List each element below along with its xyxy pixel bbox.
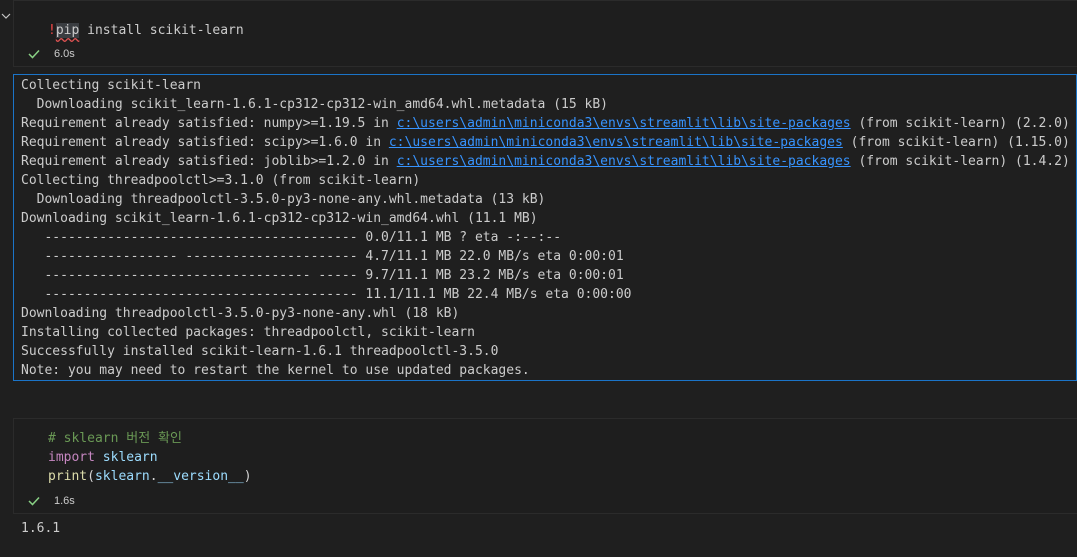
paren-open: ( [87, 469, 95, 484]
output-text: Collecting scikit-learn [21, 78, 202, 93]
cell-2-status: 1.6s [28, 495, 75, 507]
output-text: ----------------- ----------------------… [21, 249, 624, 264]
output-text: Downloading threadpoolctl-3.5.0-py3-none… [21, 306, 460, 321]
output-text: Downloading threadpoolctl-3.5.0-py3-none… [21, 192, 546, 207]
output-text: ----------------------------------------… [21, 287, 632, 302]
output-line: Downloading threadpoolctl-3.5.0-py3-none… [21, 304, 459, 323]
paren-close: ) [243, 469, 252, 484]
cell-1-output[interactable]: Collecting scikit-learn Downloading scik… [13, 74, 1077, 381]
site-packages-link[interactable]: c:\users\admin\miniconda3\envs\streamlit… [397, 154, 851, 169]
output-line: Collecting threadpoolctl>=3.1.0 (from sc… [21, 171, 420, 190]
site-packages-link[interactable]: c:\users\admin\miniconda3\envs\streamlit… [397, 116, 851, 131]
output-line: Note: you may need to restart the kernel… [21, 361, 530, 380]
output-line: Downloading threadpoolctl-3.5.0-py3-none… [21, 190, 546, 209]
output-line: Downloading scikit_learn-1.6.1-cp312-cp3… [21, 209, 538, 228]
cell-2-exec-time: 1.6s [54, 495, 75, 507]
output-text: (from scikit-learn) (1.15.0) [842, 135, 1070, 150]
code-cell-1[interactable]: !pip install scikit-learn 6.0s [13, 0, 1077, 67]
function-print: print [48, 469, 88, 484]
site-packages-link[interactable]: c:\users\admin\miniconda3\envs\streamlit… [389, 135, 843, 150]
output-line: Requirement already satisfied: scipy>=1.… [21, 133, 1070, 152]
dot: . [149, 469, 158, 484]
output-text: (from scikit-learn) (2.2.0) [850, 116, 1070, 131]
output-text: Downloading scikit_learn-1.6.1-cp312-cp3… [21, 97, 608, 112]
code-install-text: install scikit-learn [79, 23, 244, 38]
chevron-down-icon[interactable] [1, 11, 11, 21]
code-bang: ! [48, 23, 56, 38]
output-line: Installing collected packages: threadpoo… [21, 323, 475, 342]
attr-version: __version__ [157, 469, 244, 484]
keyword-import: import [48, 450, 95, 465]
output-text: Downloading scikit_learn-1.6.1-cp312-cp3… [21, 211, 538, 226]
check-icon [28, 49, 40, 59]
output-text: Requirement already satisfied: numpy>=1.… [21, 116, 397, 131]
output-line: Downloading scikit_learn-1.6.1-cp312-cp3… [21, 95, 608, 114]
code-line-print[interactable]: print(sklearn.__version__) [48, 467, 252, 486]
code-line-import[interactable]: import sklearn [48, 448, 158, 467]
output-text: Collecting threadpoolctl>=3.1.0 (from sc… [21, 173, 421, 188]
output-text: Note: you may need to restart the kernel… [21, 363, 530, 378]
cell-1-exec-time: 6.0s [54, 48, 75, 60]
arg-module: sklearn [94, 469, 150, 484]
output-line: Collecting scikit-learn [21, 76, 201, 95]
output-line: ---------------------------------- -----… [21, 266, 624, 285]
code-line-comment[interactable]: # sklearn 버전 확인 [48, 429, 182, 448]
output-line: ----------------- ----------------------… [21, 247, 624, 266]
output-text: Requirement already satisfied: joblib>=1… [21, 154, 397, 169]
output-text: Requirement already satisfied: scipy>=1.… [21, 135, 389, 150]
code-line-pip[interactable]: !pip install scikit-learn [48, 21, 244, 40]
output-text: ---------------------------------- -----… [21, 268, 624, 283]
output-line: ----------------------------------------… [21, 228, 561, 247]
cell-1-status: 6.0s [28, 48, 75, 60]
output-text: (from scikit-learn) (1.4.2) [850, 154, 1070, 169]
check-icon [28, 496, 40, 506]
output-line: ----------------------------------------… [21, 285, 631, 304]
output-text: Successfully installed scikit-learn-1.6.… [21, 344, 499, 359]
cell-2-output[interactable]: 1.6.1 [21, 521, 60, 536]
output-text: ----------------------------------------… [21, 230, 562, 245]
module-name: sklearn [102, 450, 158, 465]
output-line: Successfully installed scikit-learn-1.6.… [21, 342, 498, 361]
output-line: Requirement already satisfied: numpy>=1.… [21, 114, 1070, 133]
code-cell-2[interactable]: # sklearn 버전 확인 import sklearn print(skl… [13, 418, 1077, 514]
output-line: Requirement already satisfied: joblib>=1… [21, 152, 1070, 171]
output-text: Installing collected packages: threadpoo… [21, 325, 475, 340]
code-comment: # sklearn 버전 확인 [48, 431, 182, 446]
code-pip: pip [55, 23, 80, 38]
